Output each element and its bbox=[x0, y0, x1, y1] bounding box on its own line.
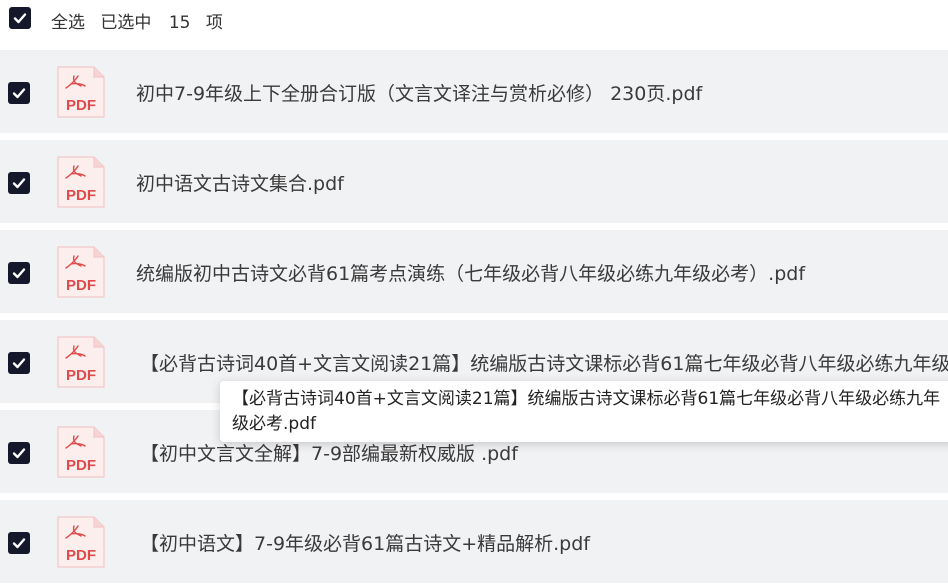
file-checkbox[interactable] bbox=[8, 262, 30, 284]
check-icon bbox=[12, 268, 26, 279]
svg-text:PDF: PDF bbox=[66, 457, 96, 474]
file-row[interactable]: PDF 统编版初中古诗文必背61篇考点演练（七年级必背八年级必练九年级必考）.p… bbox=[0, 230, 948, 313]
file-checkbox[interactable] bbox=[8, 82, 30, 104]
selected-count: 15 bbox=[168, 13, 191, 33]
pdf-icon: PDF bbox=[56, 154, 106, 210]
file-row[interactable]: PDF 【初中语文】7-9年级必背61篇古诗文+精品解析.pdf bbox=[0, 500, 948, 583]
select-all-label: 全选 已选中 15 项 bbox=[51, 8, 223, 33]
check-icon bbox=[12, 538, 26, 549]
file-checkbox[interactable] bbox=[8, 352, 30, 374]
selected-prefix: 已选中 bbox=[100, 13, 152, 33]
check-icon bbox=[13, 13, 27, 24]
check-icon bbox=[12, 178, 26, 189]
svg-text:PDF: PDF bbox=[66, 367, 96, 384]
pdf-icon: PDF bbox=[56, 334, 106, 390]
select-all-text[interactable]: 全选 bbox=[51, 13, 85, 33]
svg-text:PDF: PDF bbox=[66, 547, 96, 564]
file-row[interactable]: PDF 初中语文古诗文集合.pdf bbox=[0, 140, 948, 223]
selected-suffix: 项 bbox=[205, 13, 223, 33]
file-name[interactable]: 初中语文古诗文集合.pdf bbox=[136, 169, 344, 196]
file-name[interactable]: 统编版初中古诗文必背61篇考点演练（七年级必背八年级必练九年级必考）.pdf bbox=[136, 259, 805, 286]
pdf-icon: PDF bbox=[56, 514, 106, 570]
pdf-icon: PDF bbox=[56, 424, 106, 480]
file-name[interactable]: 初中7-9年级上下全册合订版（文言文译注与赏析必修） 230页.pdf bbox=[136, 79, 702, 106]
check-icon bbox=[12, 358, 26, 369]
pdf-icon: PDF bbox=[56, 244, 106, 300]
check-icon bbox=[12, 448, 26, 459]
file-name[interactable]: 【必背古诗词40首+文言文阅读21篇】统编版古诗文课标必背61篇七年级必背八年级… bbox=[140, 349, 948, 376]
file-row[interactable]: PDF 初中7-9年级上下全册合订版（文言文译注与赏析必修） 230页.pdf bbox=[0, 50, 948, 133]
file-checkbox[interactable] bbox=[8, 442, 30, 464]
select-all-bar: 全选 已选中 15 项 bbox=[0, 0, 948, 44]
file-name[interactable]: 【初中文言文全解】7-9部编最新权威版 .pdf bbox=[140, 439, 518, 466]
select-all-checkbox[interactable] bbox=[9, 7, 31, 29]
file-name[interactable]: 【初中语文】7-9年级必背61篇古诗文+精品解析.pdf bbox=[140, 529, 590, 556]
file-checkbox[interactable] bbox=[8, 172, 30, 194]
file-checkbox[interactable] bbox=[8, 532, 30, 554]
svg-text:PDF: PDF bbox=[66, 277, 96, 294]
pdf-icon: PDF bbox=[56, 64, 106, 120]
filename-tooltip: 【必背古诗词40首+文言文阅读21篇】统编版古诗文课标必背61篇七年级必背八年级… bbox=[220, 381, 948, 442]
check-icon bbox=[12, 88, 26, 99]
svg-text:PDF: PDF bbox=[66, 187, 96, 204]
svg-text:PDF: PDF bbox=[66, 97, 96, 114]
